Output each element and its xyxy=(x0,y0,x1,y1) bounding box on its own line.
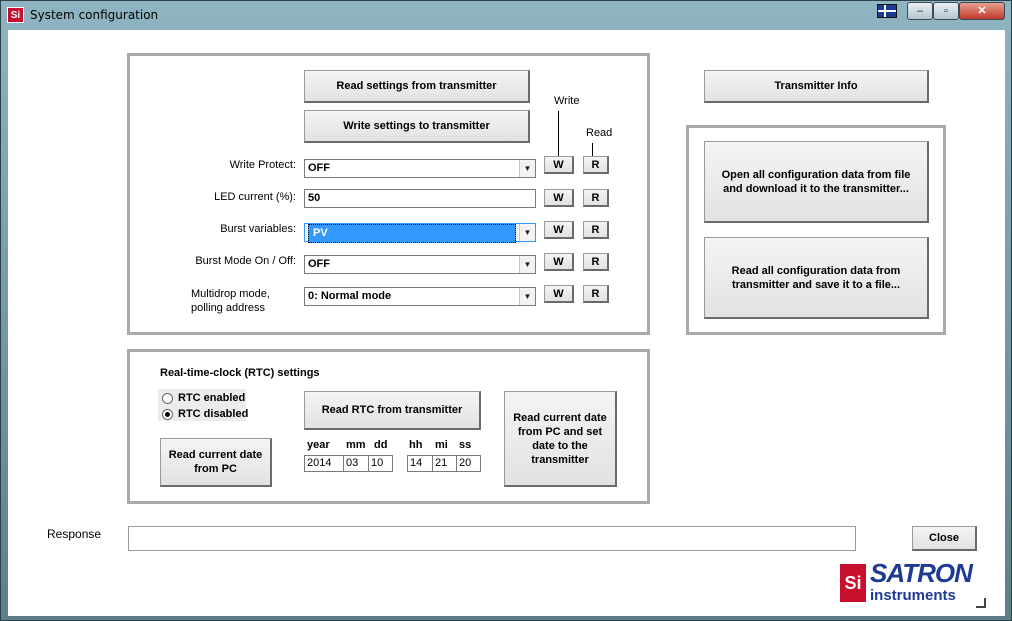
app-icon: Si xyxy=(7,7,24,23)
burst-mode-r-button[interactable]: R xyxy=(583,253,609,271)
logo-instruments-text: instruments xyxy=(870,587,956,604)
led-current-w-button[interactable]: W xyxy=(544,189,574,207)
write-protect-r-button[interactable]: R xyxy=(583,156,609,174)
chevron-down-icon[interactable]: ▼ xyxy=(519,288,535,305)
set-date-to-transmitter-button[interactable]: Read current date from PC and set date t… xyxy=(504,391,617,487)
burst-variables-w-button[interactable]: W xyxy=(544,221,574,239)
satron-logo: Si SATRON instruments xyxy=(840,558,984,606)
rtc-enabled-label[interactable]: RTC enabled xyxy=(178,392,245,404)
month-header: mm xyxy=(346,439,366,451)
burst-variables-label: Burst variables: xyxy=(220,223,296,235)
multidrop-label: Multidrop mode, xyxy=(191,288,270,300)
polling-address-label: polling address xyxy=(191,302,265,314)
month-input[interactable]: 03 xyxy=(343,455,369,472)
read-settings-button[interactable]: Read settings from transmitter xyxy=(304,70,530,103)
burst-mode-select[interactable]: OFF ▼ xyxy=(304,255,536,274)
led-current-input[interactable]: 50 xyxy=(304,189,536,208)
rtc-group-title: Real-time-clock (RTC) settings xyxy=(160,367,320,379)
chevron-down-icon[interactable]: ▼ xyxy=(519,256,535,273)
save-config-file-button[interactable]: Read all configuration data from transmi… xyxy=(704,237,929,319)
window-title: System configuration xyxy=(30,8,159,22)
transmitter-info-button[interactable]: Transmitter Info xyxy=(704,70,929,103)
rtc-disabled-label[interactable]: RTC disabled xyxy=(178,408,248,420)
day-input[interactable]: 10 xyxy=(368,455,393,472)
title-bar[interactable]: Si System configuration – ▫ ✕ xyxy=(1,1,1011,29)
response-field[interactable] xyxy=(128,526,856,551)
day-header: dd xyxy=(374,439,388,451)
burst-variables-r-button[interactable]: R xyxy=(583,221,609,239)
response-label: Response xyxy=(47,527,102,541)
write-settings-button[interactable]: Write settings to transmitter xyxy=(304,110,530,143)
year-input[interactable]: 2014 xyxy=(304,455,344,472)
minute-input[interactable]: 21 xyxy=(432,455,457,472)
led-current-r-button[interactable]: R xyxy=(583,189,609,207)
read-column-header: Read xyxy=(586,127,613,139)
burst-variables-select[interactable]: PV ▼ xyxy=(304,223,536,243)
led-current-label: LED current (%): xyxy=(214,191,296,203)
burst-mode-w-button[interactable]: W xyxy=(544,253,574,271)
burst-mode-label: Burst Mode On / Off: xyxy=(195,255,296,267)
chevron-down-icon[interactable]: ▼ xyxy=(519,160,535,177)
chevron-down-icon[interactable]: ▼ xyxy=(519,224,535,241)
hour-header: hh xyxy=(409,439,423,451)
write-protect-w-button[interactable]: W xyxy=(544,156,574,174)
multidrop-w-button[interactable]: W xyxy=(544,285,574,303)
client-area: Read settings from transmitter Write set… xyxy=(8,30,1005,616)
restore-button[interactable]: ▫ xyxy=(933,2,959,20)
read-rtc-button[interactable]: Read RTC from transmitter xyxy=(304,391,481,430)
multidrop-select[interactable]: 0: Normal mode ▼ xyxy=(304,287,536,306)
second-input[interactable]: 20 xyxy=(456,455,481,472)
close-window-button[interactable]: ✕ xyxy=(959,2,1005,20)
second-header: ss xyxy=(459,439,472,451)
language-flag-icon[interactable] xyxy=(877,4,897,18)
read-current-date-pc-button[interactable]: Read current date from PC xyxy=(160,438,272,487)
minimize-button[interactable]: – xyxy=(907,2,933,20)
logo-satron-text: SATRON xyxy=(870,558,973,588)
hour-input[interactable]: 14 xyxy=(407,455,433,472)
open-config-file-button[interactable]: Open all configuration data from file an… xyxy=(704,141,929,223)
year-header: year xyxy=(307,439,330,451)
close-button[interactable]: Close xyxy=(912,526,977,551)
multidrop-r-button[interactable]: R xyxy=(583,285,609,303)
write-protect-select[interactable]: OFF ▼ xyxy=(304,159,536,178)
minute-header: mi xyxy=(435,439,448,451)
rtc-disabled-radio[interactable] xyxy=(162,409,173,420)
rtc-enabled-radio[interactable] xyxy=(162,393,173,404)
write-header-line xyxy=(558,111,559,156)
write-protect-label: Write Protect: xyxy=(229,159,296,171)
read-header-line xyxy=(592,143,593,156)
window-frame: Si System configuration – ▫ ✕ Read setti… xyxy=(0,0,1012,621)
logo-mark: Si xyxy=(840,564,866,602)
resize-grip-icon[interactable] xyxy=(976,598,986,608)
write-column-header: Write xyxy=(554,95,580,107)
